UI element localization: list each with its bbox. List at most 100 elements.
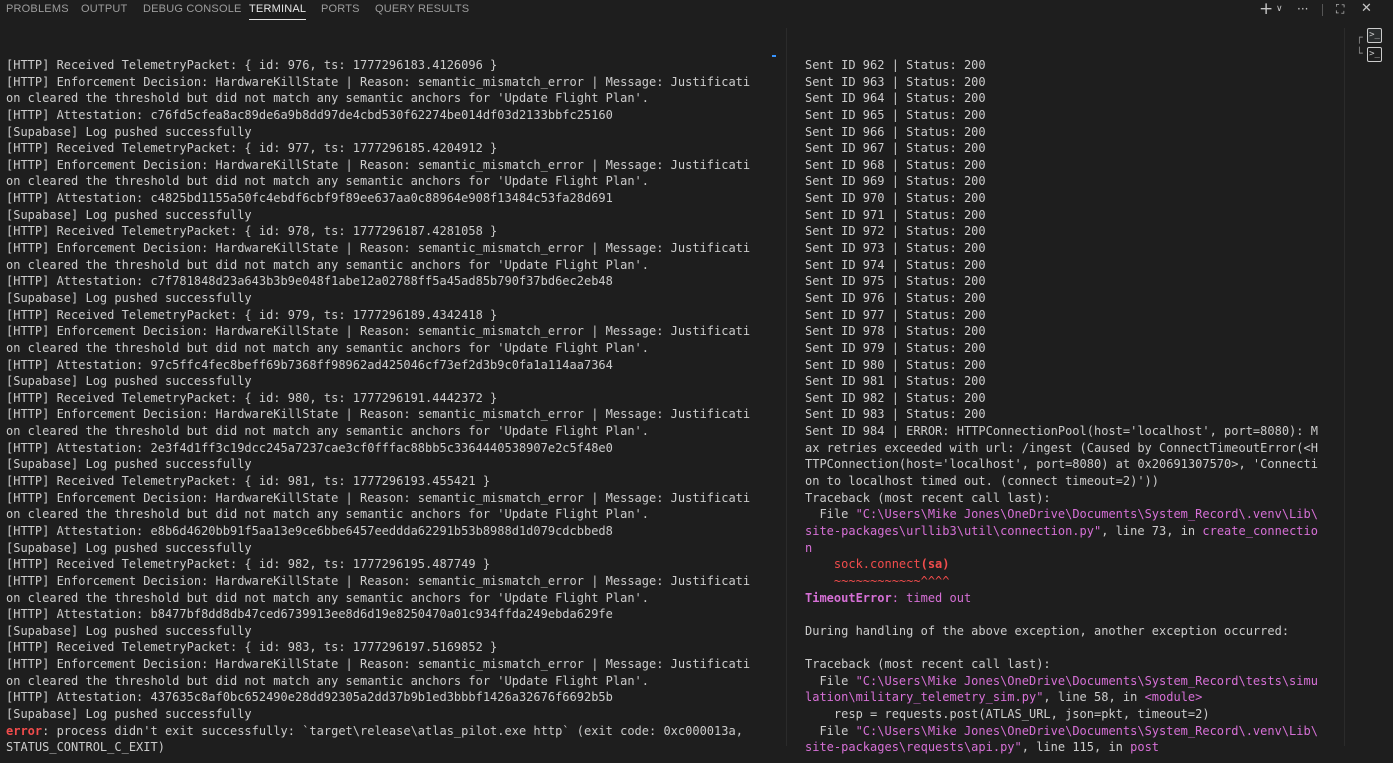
log-line: [HTTP] Received TelemetryPacket: { id: 9… xyxy=(6,307,498,322)
log-line: [HTTP] Received TelemetryPacket: { id: 9… xyxy=(6,224,498,239)
exception-message: : timed out xyxy=(891,590,972,605)
file-path-cont: lation\military_telemetry_sim.py" xyxy=(805,690,1044,705)
log-line: on cleared the threshold but did not mat… xyxy=(6,91,649,106)
during-handling-line: During handling of the above exception, … xyxy=(805,623,1290,638)
status-line: Sent ID 968 | Status: 200 xyxy=(805,157,986,172)
function-name: <module> xyxy=(1144,690,1203,705)
status-line: Sent ID 975 | Status: 200 xyxy=(805,274,986,289)
log-line: on cleared the threshold but did not mat… xyxy=(6,507,649,522)
status-line: Sent ID 971 | Status: 200 xyxy=(805,207,986,222)
line-number-text: , line 73, in xyxy=(1101,523,1203,538)
log-line: [HTTP] Enforcement Decision: HardwareKil… xyxy=(6,324,751,339)
log-line: [HTTP] Received TelemetryPacket: { id: 9… xyxy=(6,390,498,405)
log-line: [HTTP] Received TelemetryPacket: { id: 9… xyxy=(6,141,498,156)
file-label: File xyxy=(805,507,856,522)
maximize-panel-icon[interactable]: ⛶ xyxy=(1336,0,1344,18)
log-line: [HTTP] Enforcement Decision: HardwareKil… xyxy=(6,157,751,172)
pane-split-divider[interactable] xyxy=(786,28,787,746)
log-line: [Supabase] Log pushed successfully xyxy=(6,623,252,638)
terminal-group-bracket-top: ┌ xyxy=(1356,31,1363,44)
function-name: create_connectio xyxy=(1202,523,1318,538)
traceback-code-line: resp = requests.post(ATLAS_URL, json=pkt… xyxy=(805,706,1210,721)
traceback-func-cont: n xyxy=(805,540,813,555)
new-terminal-dropdown-icon[interactable]: ∨ xyxy=(1276,0,1283,18)
traceback-file-line-2: lation\military_telemetry_sim.py", line … xyxy=(805,689,1335,706)
status-line: Sent ID 976 | Status: 200 xyxy=(805,290,986,305)
line-number-text: , line 58, in xyxy=(1043,690,1145,705)
log-line: [HTTP] Attestation: 2e3f4d1ff3c19dcc245a… xyxy=(6,440,613,455)
close-panel-icon[interactable]: ✕ xyxy=(1361,0,1372,18)
error-line: TTPConnection(host='localhost', port=808… xyxy=(805,457,1318,472)
log-line: [HTTP] Enforcement Decision: HardwareKil… xyxy=(6,241,751,256)
error-line: Sent ID 984 | ERROR: HTTPConnectionPool(… xyxy=(805,424,1318,439)
scroll-indicator xyxy=(772,55,776,57)
error-line: Traceback (most recent call last): xyxy=(805,490,1051,505)
tab-output[interactable]: OUTPUT xyxy=(81,0,127,20)
traceback-file-line-2: site-packages\urllib3\util\connection.py… xyxy=(805,523,1335,540)
log-line: [HTTP] Attestation: c76fd5cfea8ac89de6a9… xyxy=(6,107,613,122)
status-line: Sent ID 970 | Status: 200 xyxy=(805,191,986,206)
file-path: "C:\Users\Mike Jones\OneDrive\Documents\… xyxy=(855,673,1318,688)
log-line: [Supabase] Log pushed successfully xyxy=(6,374,252,389)
status-line: Sent ID 981 | Status: 200 xyxy=(805,374,986,389)
file-path-cont: site-packages\urllib3\util\connection.py… xyxy=(805,523,1102,538)
log-line: [Supabase] Log pushed successfully xyxy=(6,706,252,721)
log-line: [HTTP] Attestation: c7f781848d23a643b3b9… xyxy=(6,274,613,289)
traceback-file-line: File "C:\Users\Mike Jones\OneDrive\Docum… xyxy=(805,673,1335,690)
log-line: [HTTP] Enforcement Decision: HardwareKil… xyxy=(6,490,751,505)
tab-debug-console[interactable]: DEBUG CONSOLE xyxy=(143,0,242,20)
file-path: "C:\Users\Mike Jones\OneDrive\Documents\… xyxy=(855,723,1318,738)
status-output: Sent ID 962 | Status: 200 Sent ID 963 | S… xyxy=(805,57,1335,423)
status-line: Sent ID 966 | Status: 200 xyxy=(805,124,986,139)
traceback-file-line: File "C:\Users\Mike Jones\OneDrive\Docum… xyxy=(805,723,1335,740)
status-line: Sent ID 974 | Status: 200 xyxy=(805,257,986,272)
traceback-code-line: sock.connect(sa) xyxy=(805,556,1335,573)
more-actions-icon[interactable]: ··· xyxy=(1297,0,1308,18)
log-line: [Supabase] Log pushed successfully xyxy=(6,207,252,222)
log-line: [HTTP] Attestation: 97c5ffc4fec8beff69b7… xyxy=(6,357,613,372)
tab-terminal[interactable]: TERMINAL xyxy=(249,0,307,20)
status-line: Sent ID 967 | Status: 200 xyxy=(805,141,986,156)
traceback-marker-line: ~~~~~~~~~~~~^^^^ xyxy=(805,573,950,588)
log-line: on cleared the threshold but did not mat… xyxy=(6,424,649,439)
error-line: error: process didn't exit successfully:… xyxy=(6,723,772,740)
log-line: on cleared the threshold but did not mat… xyxy=(6,340,649,355)
terminal-list-divider xyxy=(1344,28,1345,746)
log-line: on cleared the threshold but did not mat… xyxy=(6,174,649,189)
terminal-output-left: [HTTP] Received TelemetryPacket: { id: 9… xyxy=(6,57,772,723)
error-line: on to localhost timed out. (connect time… xyxy=(805,474,1160,489)
exception-line: TimeoutError: timed out xyxy=(805,590,1335,607)
log-line: [Supabase] Log pushed successfully xyxy=(6,124,252,139)
tab-ports[interactable]: PORTS xyxy=(321,0,360,20)
status-line: Sent ID 973 | Status: 200 xyxy=(805,241,986,256)
log-line: [HTTP] Attestation: e8b6d4620bb91f5aa13e… xyxy=(6,523,613,538)
exception-name: TimeoutError xyxy=(805,590,892,605)
line-number-text: , line 115, in xyxy=(1021,740,1131,755)
terminal-icon[interactable]: >_ xyxy=(1367,28,1382,43)
log-line: [HTTP] Received TelemetryPacket: { id: 9… xyxy=(6,640,498,655)
new-terminal-plus-icon[interactable]: + xyxy=(1259,0,1273,18)
tab-query-results[interactable]: QUERY RESULTS xyxy=(375,0,469,20)
status-line: Sent ID 964 | Status: 200 xyxy=(805,91,986,106)
status-line: Sent ID 982 | Status: 200 xyxy=(805,390,986,405)
toolbar-separator xyxy=(1322,4,1323,16)
file-path-cont: site-packages\requests\api.py" xyxy=(805,740,1022,755)
error-output: Sent ID 984 | ERROR: HTTPConnectionPool(… xyxy=(805,423,1335,506)
traceback-header: Traceback (most recent call last): xyxy=(805,657,1051,672)
log-line: [HTTP] Received TelemetryPacket: { id: 9… xyxy=(6,58,498,72)
status-line: Sent ID 983 | Status: 200 xyxy=(805,407,986,422)
traceback-file-line: File "C:\Users\Mike Jones\OneDrive\Docum… xyxy=(805,506,1335,523)
terminal-pane-right[interactable]: Sent ID 962 | Status: 200 Sent ID 963 | S… xyxy=(805,57,1335,763)
log-line: [HTTP] Received TelemetryPacket: { id: 9… xyxy=(6,474,491,489)
file-label: File xyxy=(805,723,856,738)
status-line: Sent ID 978 | Status: 200 xyxy=(805,324,986,339)
terminal-pane-left[interactable]: [HTTP] Received TelemetryPacket: { id: 9… xyxy=(6,57,772,763)
code-text: sock.connect xyxy=(805,557,921,572)
traceback-file-line-2: site-packages\requests\api.py", line 115… xyxy=(805,739,1335,756)
log-line: [HTTP] Enforcement Decision: HardwareKil… xyxy=(6,573,751,588)
terminal-icon[interactable]: >_ xyxy=(1367,47,1382,62)
tab-problems[interactable]: PROBLEMS xyxy=(6,0,69,20)
code-highlight: (sa) xyxy=(920,557,950,572)
log-line: [HTTP] Enforcement Decision: HardwareKil… xyxy=(6,407,751,422)
